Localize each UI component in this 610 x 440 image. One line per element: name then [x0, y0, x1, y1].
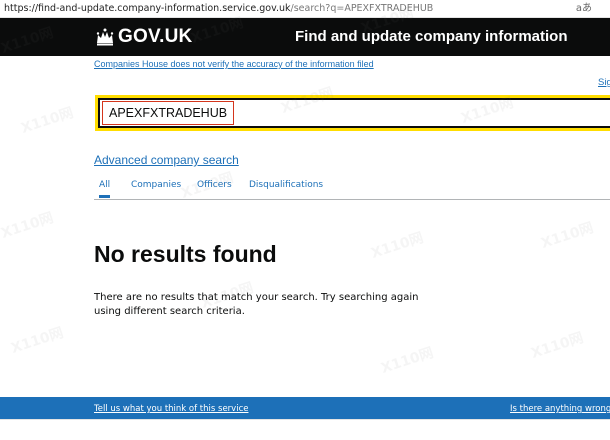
- watermark: X110网: [9, 324, 66, 357]
- browser-address-bar[interactable]: https://find-and-update.company-informat…: [0, 0, 610, 18]
- search-input[interactable]: APEXFXTRADEHUB: [95, 95, 610, 131]
- report-problem-link[interactable]: Is there anything wrong w: [510, 404, 610, 414]
- govuk-header: GOV.UK Find and update company informati…: [0, 18, 610, 56]
- tab-all[interactable]: All: [99, 180, 111, 198]
- page-bottom: [0, 419, 610, 440]
- crown-icon[interactable]: [95, 27, 115, 47]
- url-path: /search?q=APEXFXTRADEHUB: [290, 3, 434, 14]
- tab-officers[interactable]: Officers: [197, 180, 232, 190]
- service-name-link[interactable]: Find and update company information: [295, 28, 568, 45]
- watermark: X110网: [379, 344, 436, 377]
- search-input-value: APEXFXTRADEHUB: [102, 101, 235, 125]
- feedback-link[interactable]: Tell us what you think of this service: [94, 404, 248, 414]
- tab-disqualifications[interactable]: Disqualifications: [249, 180, 323, 190]
- feedback-footer: Tell us what you think of this service I…: [0, 397, 610, 419]
- advanced-search-link[interactable]: Advanced company search: [94, 153, 239, 167]
- watermark: X110网: [529, 329, 586, 362]
- watermark: X110网: [539, 219, 596, 252]
- search-category-tabs: All Companies Officers Disqualifications: [94, 178, 610, 200]
- url-host: https://find-and-update.company-informat…: [4, 3, 291, 14]
- tab-companies[interactable]: Companies: [131, 180, 181, 190]
- watermark: X110网: [0, 209, 56, 242]
- accuracy-disclaimer-link[interactable]: Companies House does not verify the accu…: [94, 59, 374, 69]
- watermark: X110网: [369, 229, 426, 262]
- sign-in-link[interactable]: Sig: [598, 77, 610, 88]
- no-results-heading: No results found: [94, 241, 277, 267]
- no-results-message: There are no results that match your sea…: [94, 292, 419, 317]
- reader-mode-icon[interactable]: aあ: [576, 0, 592, 17]
- govuk-logo[interactable]: GOV.UK: [118, 26, 192, 48]
- watermark: X110网: [19, 104, 76, 137]
